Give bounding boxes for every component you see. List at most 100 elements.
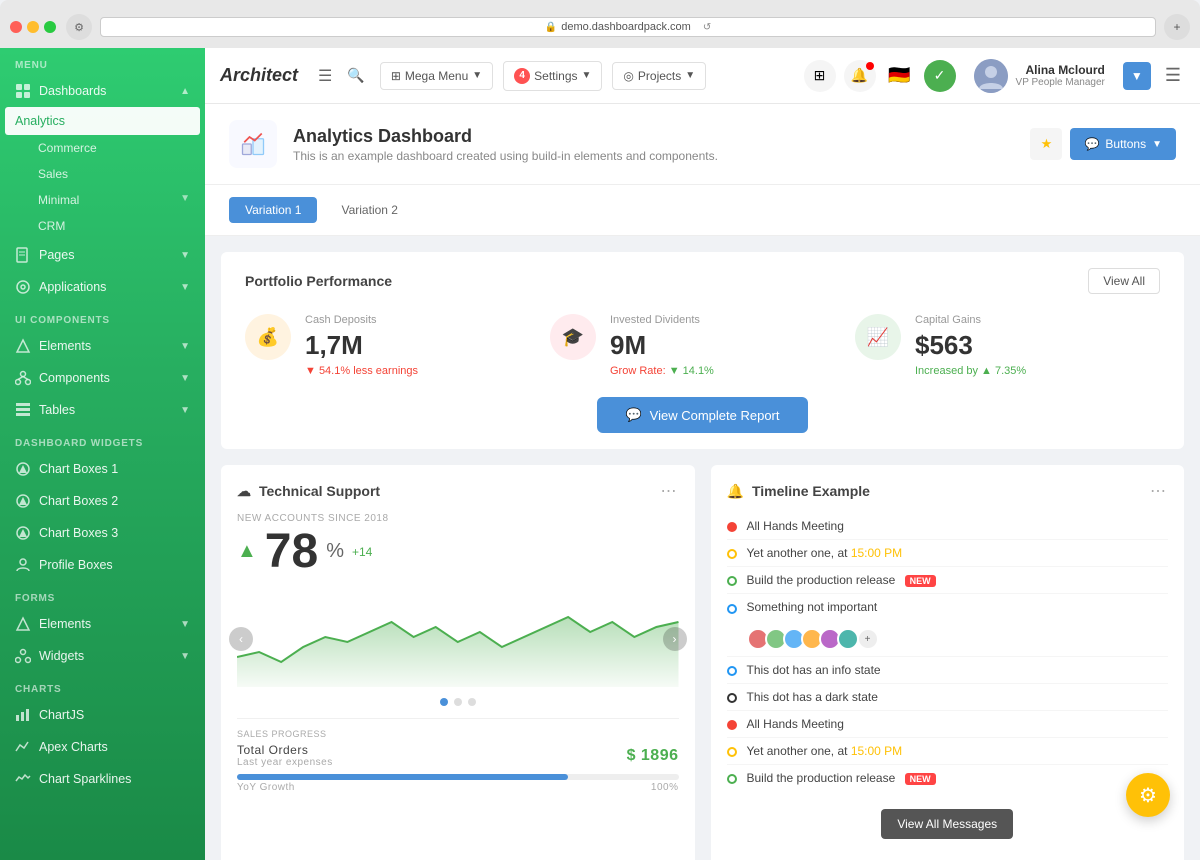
chart-nav-dots <box>237 698 679 706</box>
minimize-dot[interactable] <box>27 21 39 33</box>
hamburger-button[interactable]: ☰ <box>318 66 332 86</box>
variation-1-tab[interactable]: Variation 1 <box>229 197 317 223</box>
technical-support-card: ☁ Technical Support ⋯ NEW ACCOUNTS SINCE… <box>221 465 695 860</box>
tech-support-menu[interactable]: ⋯ <box>661 481 679 501</box>
mega-menu-icon: ⊞ <box>391 69 401 83</box>
gear-fab[interactable]: ⚙ <box>1126 773 1170 817</box>
tech-support-header: ☁ Technical Support ⋯ <box>237 481 679 501</box>
sidebar-item-tables[interactable]: Tables ▼ <box>0 394 205 426</box>
tables-icon <box>15 402 31 418</box>
timeline-menu[interactable]: ⋯ <box>1150 481 1168 501</box>
browser-settings-icon: ⚙ <box>66 14 92 40</box>
sidebar-item-chart-sparklines[interactable]: Chart Sparklines <box>0 763 205 795</box>
timeline-item-4: Something not important + <box>727 594 1169 657</box>
sidebar-item-applications[interactable]: Applications ▼ <box>0 271 205 303</box>
sidebar-item-commerce[interactable]: Commerce <box>0 135 205 161</box>
capital-gains-metric: 📈 Capital Gains $563 Increased by ▲ 7.35… <box>855 314 1160 377</box>
user-info: Alina Mclourd VP People Manager <box>1016 63 1105 88</box>
user-profile[interactable]: Alina Mclourd VP People Manager <box>966 59 1113 93</box>
chart-big-number: ▲ 78 % +14 <box>237 524 679 579</box>
settings-button[interactable]: 4 Settings ▼ <box>503 61 602 91</box>
more-options-button[interactable]: ☰ <box>1161 65 1185 86</box>
dividends-icon: 🎓 <box>550 314 596 360</box>
chart-stat: NEW ACCOUNTS SINCE 2018 ▲ 78 % +14 <box>237 513 679 579</box>
dashboard-icon <box>15 83 31 99</box>
sidebar-item-minimal[interactable]: Minimal ▼ <box>0 187 205 213</box>
sidebar-item-profile-boxes[interactable]: Profile Boxes <box>0 549 205 581</box>
ui-components-title: UI COMPONENTS <box>0 303 205 330</box>
projects-button[interactable]: ◎ Projects ▼ <box>612 62 706 90</box>
timeline-item-9: Build the production release NEW <box>727 765 1169 791</box>
portfolio-section: Portfolio Performance View All 💰 Cash De… <box>221 252 1184 449</box>
status-indicator[interactable]: ✓ <box>924 60 956 92</box>
sidebar-item-chart-boxes-1[interactable]: Chart Boxes 1 <box>0 453 205 485</box>
yoy-row: YoY Growth 100% <box>237 782 679 793</box>
chart-prev-arrow[interactable]: ‹ <box>229 627 253 651</box>
search-button[interactable]: 🔍 <box>342 62 369 89</box>
chart-dot-1[interactable] <box>440 698 448 706</box>
projects-chevron: ▼ <box>685 70 695 81</box>
notification-button[interactable]: 🔔 <box>844 60 876 92</box>
dot-2 <box>727 549 737 559</box>
sidebar-item-components[interactable]: Components ▼ <box>0 362 205 394</box>
sidebar-item-form-elements[interactable]: Elements ▼ <box>0 608 205 640</box>
cash-info: Cash Deposits 1,7M ▼ 54.1% less earnings <box>305 314 418 377</box>
complete-report-button[interactable]: 💬 View Complete Report <box>597 397 807 433</box>
timeline-item-3: Build the production release NEW <box>727 567 1169 594</box>
maximize-dot[interactable] <box>44 21 56 33</box>
variation-2-tab[interactable]: Variation 2 <box>325 197 413 223</box>
widgets-row: ☁ Technical Support ⋯ NEW ACCOUNTS SINCE… <box>221 465 1184 860</box>
sidebar-item-chart-boxes-2[interactable]: Chart Boxes 2 <box>0 485 205 517</box>
sidebar-item-pages[interactable]: Pages ▼ <box>0 239 205 271</box>
logo: Architect <box>220 65 298 86</box>
buttons-icon: 💬 <box>1084 137 1099 151</box>
page-header: Analytics Dashboard This is an example d… <box>205 104 1200 185</box>
forms-title: FORMS <box>0 581 205 608</box>
sidebar-item-dashboards[interactable]: Dashboards ▲ <box>0 75 205 107</box>
chart3-icon <box>15 525 31 541</box>
buttons-dropdown[interactable]: 💬 Buttons ▼ <box>1070 128 1176 160</box>
area-chart <box>237 587 679 687</box>
sparkline-icon <box>15 771 31 787</box>
nav-icons: ⊞ 🔔 🇩🇪 ✓ <box>804 60 956 92</box>
portfolio-metrics: 💰 Cash Deposits 1,7M ▼ 54.1% less earnin… <box>245 314 1160 377</box>
sidebar-item-apex-charts[interactable]: Apex Charts <box>0 731 205 763</box>
sidebar-item-form-widgets[interactable]: Widgets ▼ <box>0 640 205 672</box>
chart2-icon <box>15 493 31 509</box>
sidebar-item-chartjs[interactable]: ChartJS <box>0 699 205 731</box>
progress-bar <box>237 774 679 780</box>
flag-button[interactable]: 🇩🇪 <box>884 60 916 92</box>
close-dot[interactable] <box>10 21 22 33</box>
chart-next-arrow[interactable]: › <box>663 627 687 651</box>
chart-dot-2[interactable] <box>454 698 462 706</box>
new-tab-icon[interactable]: + <box>1164 14 1190 40</box>
grid-icon-button[interactable]: ⊞ <box>804 60 836 92</box>
view-all-button[interactable]: View All <box>1088 268 1160 294</box>
view-messages-button[interactable]: View All Messages <box>881 809 1013 839</box>
timeline-item-2: Yet another one, at 15:00 PM <box>727 540 1169 567</box>
avatar-more: + <box>857 628 879 650</box>
mega-menu-chevron: ▼ <box>472 70 482 81</box>
dot-8 <box>727 747 737 757</box>
dashboard-header-icon <box>229 120 277 168</box>
sidebar-item-elements[interactable]: Elements ▼ <box>0 330 205 362</box>
chartjs-icon <box>15 707 31 723</box>
settings-chevron: ▼ <box>582 70 592 81</box>
mega-menu-button[interactable]: ⊞ Mega Menu ▼ <box>380 62 493 90</box>
sidebar-item-sales[interactable]: Sales <box>0 161 205 187</box>
favorite-button[interactable]: ★ <box>1030 128 1062 160</box>
browser-url-bar[interactable]: 🔒 demo.dashboardpack.com ↺ <box>100 17 1156 37</box>
timeline-item-1: All Hands Meeting <box>727 513 1169 540</box>
sidebar-item-analytics[interactable]: Analytics <box>5 107 200 135</box>
sidebar-item-crm[interactable]: CRM <box>0 213 205 239</box>
sidebar-item-chart-boxes-3[interactable]: Chart Boxes 3 <box>0 517 205 549</box>
elements-icon <box>15 338 31 354</box>
notification-badge <box>866 62 874 70</box>
components-icon <box>15 370 31 386</box>
user-menu-button[interactable]: ▼ <box>1123 62 1151 90</box>
dividends-metric: 🎓 Invested Dividents 9M Grow Rate: ▼ 14.… <box>550 314 855 377</box>
flag-icon: 🇩🇪 <box>888 65 910 86</box>
top-nav: Architect ☰ 🔍 ⊞ Mega Menu ▼ 4 Settings ▼… <box>205 48 1200 104</box>
pages-icon <box>15 247 31 263</box>
chart-dot-3[interactable] <box>468 698 476 706</box>
